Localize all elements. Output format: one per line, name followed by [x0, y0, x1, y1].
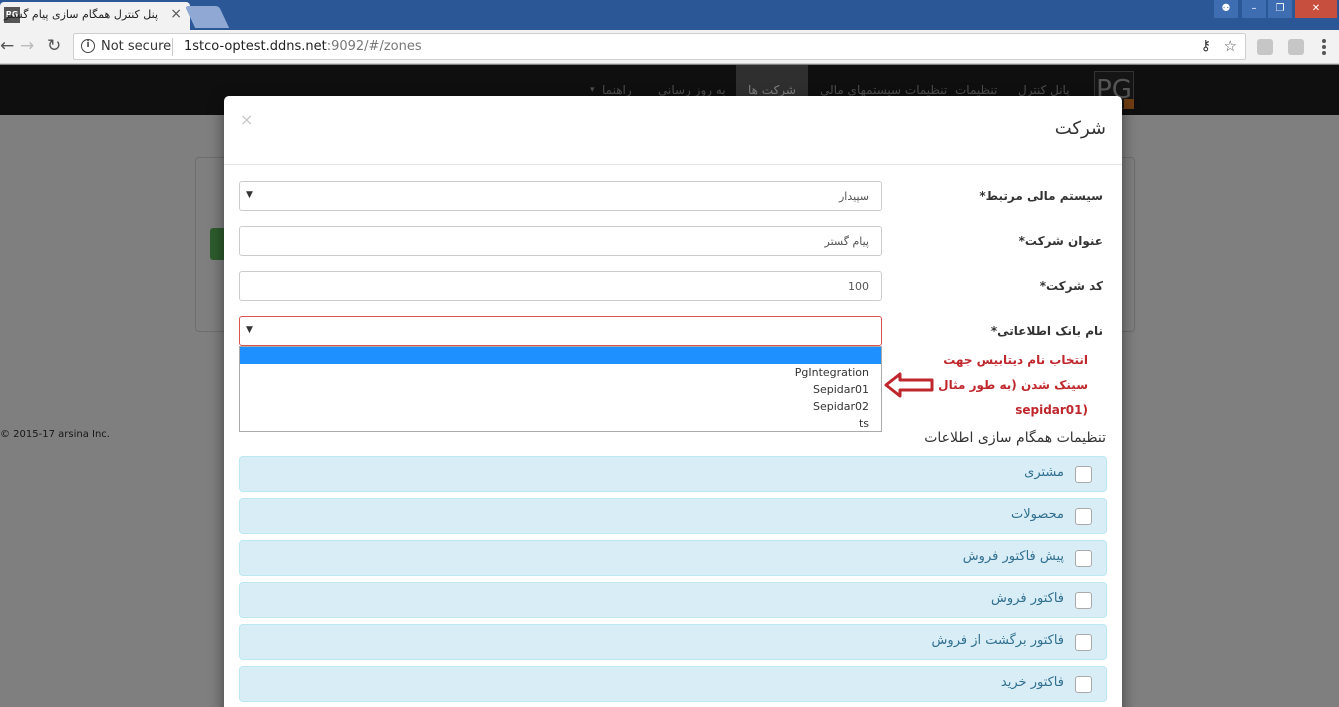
modal-header: × شرکت	[224, 96, 1122, 165]
select-caret-icon: ▼	[246, 325, 253, 335]
modal-close-icon[interactable]: ×	[240, 110, 253, 129]
address-bar[interactable]: i Not secure 1stco-optest.ddns.net:9092/…	[73, 33, 1246, 60]
reload-icon[interactable]: ↻	[47, 36, 61, 56]
financial-system-label: سیستم مالی مرتبط*	[979, 189, 1103, 203]
sync-checkbox[interactable]	[1075, 634, 1092, 651]
sync-checkbox[interactable]	[1075, 592, 1092, 609]
cast-icon[interactable]	[1288, 39, 1304, 55]
sync-checkbox[interactable]	[1075, 466, 1092, 483]
key-icon[interactable]: ⚷	[1201, 38, 1211, 54]
financial-system-value: سپیدار	[839, 190, 869, 203]
sync-item-purchase-invoice[interactable]: فاکتور خرید	[239, 666, 1107, 702]
close-tab-icon[interactable]: ×	[170, 6, 182, 22]
sync-item-customer[interactable]: مشتری	[239, 456, 1107, 492]
tab-title: پنل کنترل همگام سازی پیام گستر	[4, 8, 158, 21]
annotation-line: سینک شدن (به طور مثال	[938, 378, 1088, 392]
sync-item-products[interactable]: محصولات	[239, 498, 1107, 534]
sync-item-label: پیش فاکتور فروش	[962, 549, 1064, 564]
financial-system-select[interactable]: ▼ سپیدار	[239, 181, 882, 211]
profile-icon[interactable]: ⚉	[1214, 0, 1238, 18]
bookmark-star-icon[interactable]: ☆	[1224, 37, 1237, 55]
sync-item-label: مشتری	[1024, 465, 1064, 480]
dropdown-option[interactable]: ts	[240, 415, 881, 432]
dropdown-option[interactable]: PgIntegration	[240, 364, 881, 381]
database-label: نام بانک اطلاعاتی*	[990, 324, 1103, 338]
browser-tab[interactable]: PG پنل کنترل همگام سازی پیام گستر ×	[0, 2, 190, 30]
browser-titlebar: PG پنل کنترل همگام سازی پیام گستر × ⚉ – …	[0, 0, 1339, 30]
url-host: 1stco-optest.ddns.net	[184, 39, 327, 54]
browser-toolbar: ← → ↻ i Not secure 1stco-optest.ddns.net…	[0, 30, 1339, 64]
company-title-label: عنوان شرکت*	[1018, 234, 1103, 248]
extension-icon[interactable]	[1257, 39, 1273, 55]
database-dropdown-list: PgIntegration Sepidar01 Sepidar02 ts	[239, 346, 882, 432]
minimize-button[interactable]: –	[1242, 0, 1266, 18]
sync-item-label: محصولات	[1011, 507, 1064, 522]
new-tab-button[interactable]	[184, 6, 230, 28]
annotation-note: انتخاب نام دیتابیس جهت سینک شدن (به طور …	[918, 348, 1088, 423]
window-close-button[interactable]: ✕	[1295, 0, 1337, 18]
company-modal: × شرکت سیستم مالی مرتبط* ▼ سپیدار عنوان …	[224, 96, 1122, 707]
company-code-input[interactable]	[239, 271, 882, 301]
url-path: :9092/#/zones	[326, 39, 422, 54]
sync-checkbox[interactable]	[1075, 550, 1092, 567]
sync-checkbox[interactable]	[1075, 676, 1092, 693]
modal-title: شرکت	[1054, 118, 1106, 139]
security-label: Not secure	[101, 39, 172, 54]
sync-item-proforma[interactable]: پیش فاکتور فروش	[239, 540, 1107, 576]
sync-item-sales-invoice[interactable]: فاکتور فروش	[239, 582, 1107, 618]
sync-item-label: فاکتور فروش	[991, 591, 1064, 606]
menu-icon[interactable]	[1322, 39, 1326, 57]
sync-item-label: فاکتور برگشت از فروش	[931, 633, 1064, 648]
url-text[interactable]: 1stco-optest.ddns.net:9092/#/zones	[184, 39, 422, 54]
forward-icon[interactable]: →	[20, 36, 34, 56]
sync-item-label: فاکتور خرید	[1000, 675, 1064, 690]
select-caret-icon: ▼	[246, 190, 253, 200]
info-icon[interactable]: i	[81, 39, 95, 53]
company-title-input[interactable]	[239, 226, 882, 256]
annotation-line: (sepidar01	[1015, 403, 1088, 417]
annotation-line: انتخاب نام دیتابیس جهت	[943, 353, 1088, 367]
back-icon[interactable]: ←	[0, 36, 14, 56]
database-select[interactable]: ▼	[239, 316, 882, 346]
sync-item-sales-return[interactable]: فاکتور برگشت از فروش	[239, 624, 1107, 660]
dropdown-option[interactable]	[240, 347, 881, 364]
sync-settings-title: تنظیمات همگام سازی اطلاعات	[924, 430, 1106, 446]
dropdown-option[interactable]: Sepidar02	[240, 398, 881, 415]
company-code-label: کد شرکت*	[1039, 279, 1103, 293]
sync-checkbox[interactable]	[1075, 508, 1092, 525]
maximize-button[interactable]: ❐	[1268, 0, 1292, 18]
separator	[172, 38, 173, 56]
dropdown-option[interactable]: Sepidar01	[240, 381, 881, 398]
